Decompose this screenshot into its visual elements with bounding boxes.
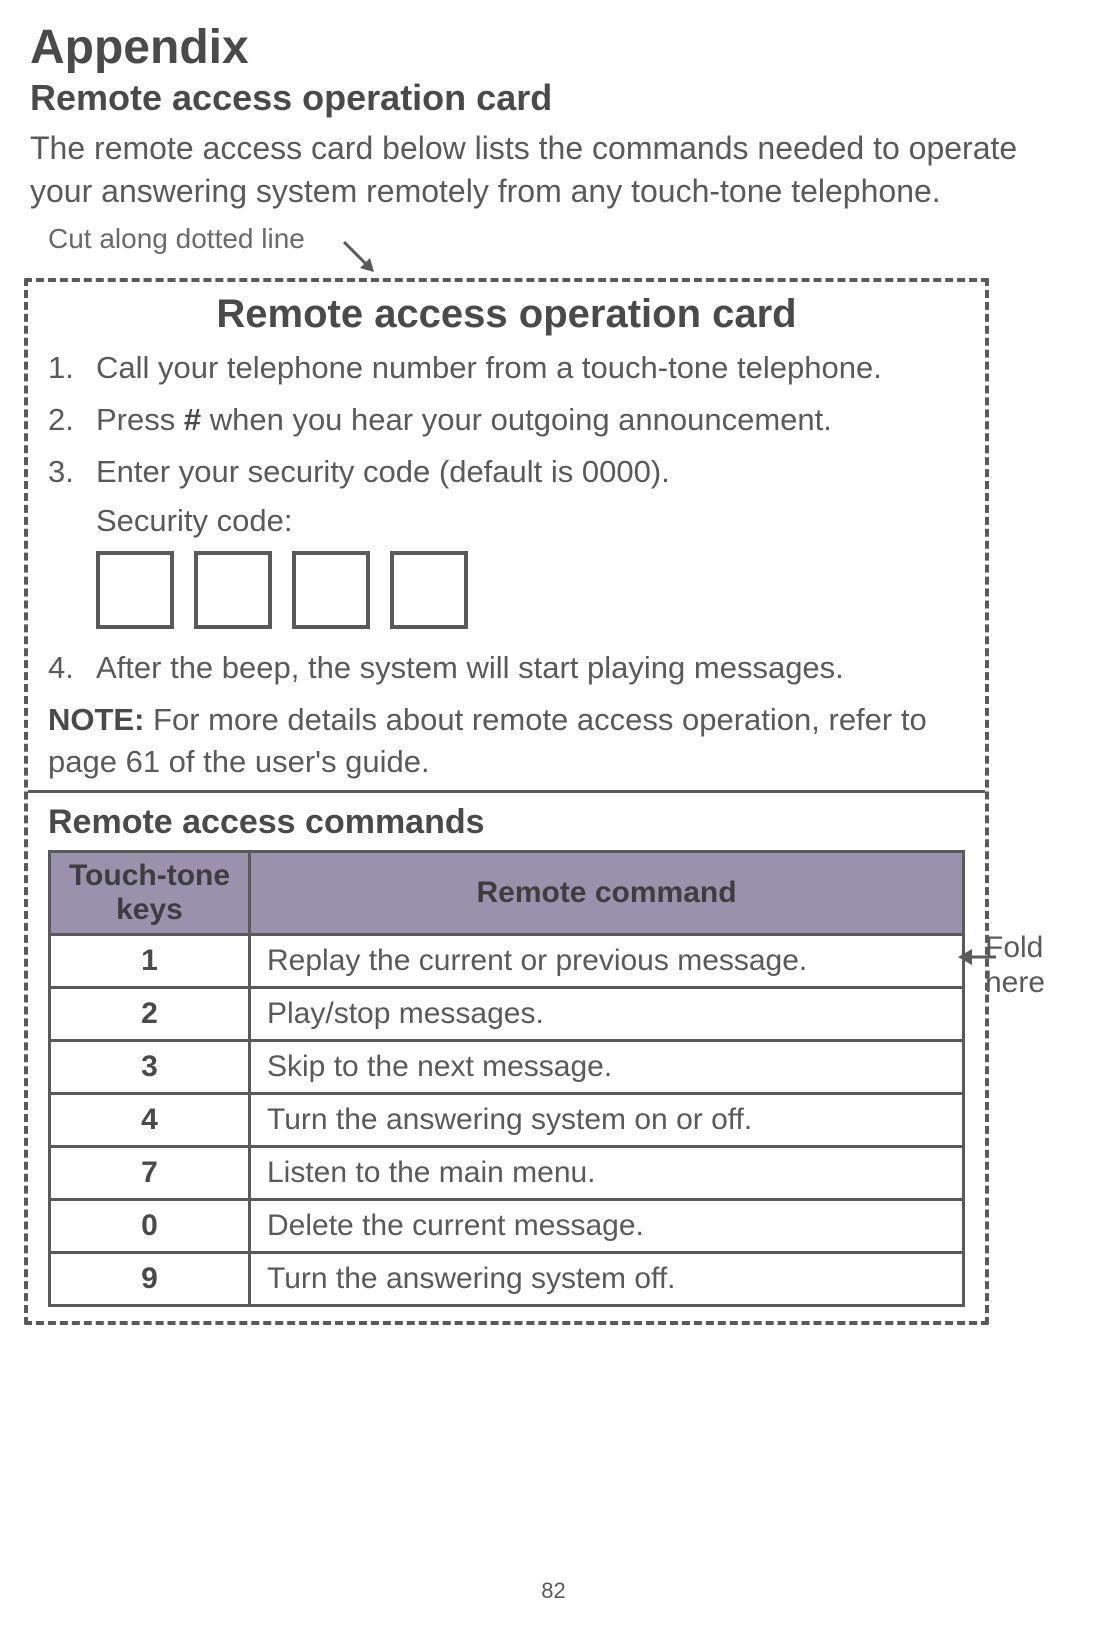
instruction-list-cont: After the beep, the system will start pl… xyxy=(48,647,965,689)
note-label: NOTE: xyxy=(48,702,144,737)
code-box-3[interactable] xyxy=(292,551,370,629)
note-text: For more details about remote access ope… xyxy=(48,702,927,779)
key-cell: 9 xyxy=(50,1253,250,1306)
cmd-cell: Replay the current or previous message. xyxy=(250,935,964,988)
appendix-heading: Appendix xyxy=(30,20,1077,75)
cmd-cell: Turn the answering system off. xyxy=(250,1253,964,1306)
key-cell: 1 xyxy=(50,935,250,988)
security-code-label: Security code: xyxy=(96,503,965,539)
note-paragraph: NOTE: For more details about remote acce… xyxy=(48,699,965,783)
col-header-command: Remote command xyxy=(250,852,964,935)
instruction-list: Call your telephone number from a touch-… xyxy=(48,347,965,493)
table-row: 3 Skip to the next message. xyxy=(50,1041,964,1094)
key-cell: 0 xyxy=(50,1200,250,1253)
step-2-post: when you hear your outgoing announcement… xyxy=(201,402,832,437)
step-2-pre: Press xyxy=(96,402,184,437)
cmd-cell: Listen to the main menu. xyxy=(250,1147,964,1200)
security-code-boxes xyxy=(96,551,965,629)
step-1: Call your telephone number from a touch-… xyxy=(48,347,965,389)
cmd-cell: Play/stop messages. xyxy=(250,988,964,1041)
code-box-4[interactable] xyxy=(390,551,468,629)
step-3: Enter your security code (default is 000… xyxy=(48,451,965,493)
table-row: 1 Replay the current or previous message… xyxy=(50,935,964,988)
cmd-cell: Turn the answering system on or off. xyxy=(250,1094,964,1147)
table-row: 0 Delete the current message. xyxy=(50,1200,964,1253)
commands-heading: Remote access commands xyxy=(48,803,965,842)
intro-paragraph: The remote access card below lists the c… xyxy=(30,127,1077,213)
table-row: 2 Play/stop messages. xyxy=(50,988,964,1041)
card-title: Remote access operation card xyxy=(48,292,965,337)
cmd-cell: Delete the current message. xyxy=(250,1200,964,1253)
table-row: 7 Listen to the main menu. xyxy=(50,1147,964,1200)
cmd-cell: Skip to the next message. xyxy=(250,1041,964,1094)
cut-label: Cut along dotted line xyxy=(48,223,305,255)
table-row: 9 Turn the answering system off. xyxy=(50,1253,964,1306)
key-cell: 4 xyxy=(50,1094,250,1147)
key-cell: 7 xyxy=(50,1147,250,1200)
col-header-keys: Touch-tone keys xyxy=(50,852,250,935)
code-box-2[interactable] xyxy=(194,551,272,629)
fold-here-label: Fold here xyxy=(985,931,1045,1000)
operation-card: Remote access operation card Call your t… xyxy=(24,278,989,1325)
step-2: Press # when you hear your outgoing anno… xyxy=(48,399,965,441)
fold-line-2: here xyxy=(985,966,1045,999)
page-number: 82 xyxy=(0,1578,1107,1604)
key-cell: 3 xyxy=(50,1041,250,1094)
cut-instruction: Cut along dotted line xyxy=(30,223,1077,278)
table-row: 4 Turn the answering system on or off. xyxy=(50,1094,964,1147)
code-box-1[interactable] xyxy=(96,551,174,629)
hash-key: # xyxy=(184,402,201,437)
fold-divider xyxy=(28,790,985,793)
step-4: After the beep, the system will start pl… xyxy=(48,647,965,689)
commands-table: Touch-tone keys Remote command 1 Replay … xyxy=(48,850,965,1307)
section-subtitle: Remote access operation card xyxy=(30,77,1077,119)
fold-line-1: Fold xyxy=(985,931,1043,964)
key-cell: 2 xyxy=(50,988,250,1041)
